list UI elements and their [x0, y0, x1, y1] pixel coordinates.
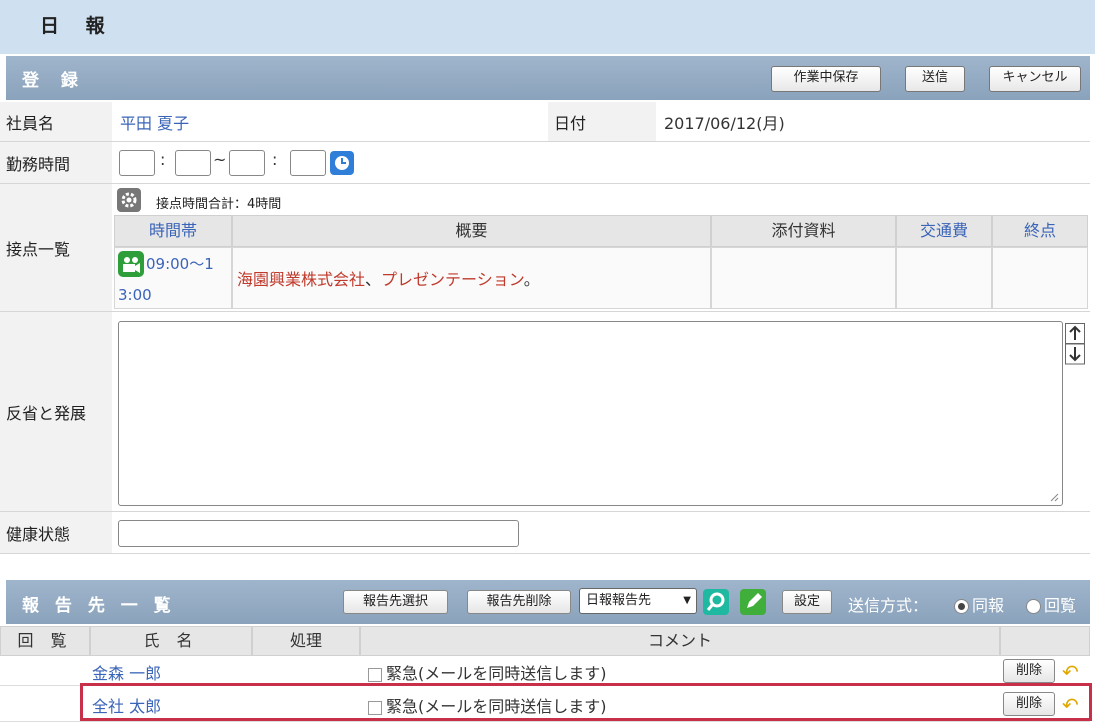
actions-column-header [1000, 626, 1090, 656]
contact-time-end[interactable]: 3:00 [118, 286, 152, 304]
delete-recipient-button[interactable]: 報告先削除 [467, 590, 571, 614]
select-recipient-button[interactable]: 報告先選択 [343, 590, 448, 614]
send-method-label: 送信方式： [848, 596, 929, 615]
video-camera-icon [118, 251, 144, 277]
edit-icon[interactable] [740, 589, 766, 615]
recipient-dropdown[interactable]: 日報報告先 ▼ [579, 588, 697, 614]
radio-same-option[interactable]: 同報 [954, 592, 1004, 616]
resize-handle-icon[interactable] [1049, 492, 1059, 502]
urgent-checkbox[interactable] [368, 700, 382, 715]
date-label: 日付 [548, 102, 656, 142]
start-hour-input[interactable] [119, 150, 155, 176]
health-input[interactable] [118, 520, 519, 547]
employee-name[interactable]: 平田 夏子 [112, 102, 548, 142]
comment-column-header: コメント [360, 626, 1000, 656]
end-hour-input[interactable] [229, 150, 265, 176]
urgent-checkbox[interactable] [368, 667, 382, 682]
gear-icon[interactable] [117, 188, 141, 212]
time-colon: : [272, 150, 278, 169]
attachment-column-header: 添付資料 [711, 215, 896, 247]
delete-row-button[interactable]: 削除 [1003, 692, 1055, 716]
reflection-label: 反省と発展 [0, 312, 112, 512]
chevron-down-icon: ▼ [683, 595, 691, 606]
date-value: 2017/06/12(月) [656, 102, 1090, 142]
summary-end-mark: 。 [523, 270, 540, 289]
undo-icon[interactable]: ↶ [1062, 660, 1079, 684]
delete-row-button[interactable]: 削除 [1003, 659, 1055, 683]
health-label: 健康状態 [0, 512, 112, 554]
range-tilde: ~ [213, 150, 227, 169]
settings-button[interactable]: 設定 [782, 590, 832, 614]
end-cell [992, 247, 1088, 309]
urgent-option[interactable]: 緊急(メールを同時送信します) [368, 693, 607, 717]
transport-column-header[interactable]: 交通費 [896, 215, 992, 247]
radio-circulate-option[interactable]: 回覧 [1026, 592, 1076, 616]
register-section-title: 登 録 [22, 71, 86, 91]
attachment-cell [711, 247, 896, 309]
send-button[interactable]: 送信 [905, 66, 965, 92]
summary-separator: 、 [365, 270, 382, 289]
transport-cell [896, 247, 992, 309]
employee-label: 社員名 [0, 102, 112, 142]
contacts-label: 接点一覧 [0, 184, 112, 312]
time-colon: : [160, 150, 166, 169]
clock-icon[interactable] [330, 151, 354, 175]
contact-time-start[interactable]: 09:00〜1 [146, 253, 214, 274]
page-header [0, 0, 1095, 54]
work-time-label: 勤務時間 [0, 142, 112, 184]
report-section-title: 報 告 先 一 覧 [22, 596, 176, 616]
time-column-header[interactable]: 時間帯 [114, 215, 232, 247]
recipient-name[interactable]: 全社 太郎 [92, 693, 161, 717]
reflection-textarea[interactable] [118, 321, 1063, 506]
contact-time-total: 接点時間合計：4時間 [156, 197, 282, 212]
page-title: 日 報 [40, 15, 115, 37]
expand-arrows-icon[interactable] [1065, 323, 1085, 365]
name-column-header: 氏 名 [90, 626, 252, 656]
end-column-header[interactable]: 終点 [992, 215, 1088, 247]
circulate-column-header: 回 覧 [0, 626, 90, 656]
cancel-button[interactable]: キャンセル [989, 66, 1081, 92]
undo-icon[interactable]: ↶ [1062, 693, 1079, 717]
radio-circulate[interactable] [1026, 599, 1041, 614]
save-progress-button[interactable]: 作業中保存 [771, 66, 881, 92]
recipient-name[interactable]: 金森 一郎 [92, 660, 161, 684]
process-column-header: 処理 [252, 626, 360, 656]
contact-activity[interactable]: プレゼンテーション [381, 270, 524, 289]
radio-same[interactable] [954, 599, 969, 614]
urgent-option[interactable]: 緊急(メールを同時送信します) [368, 660, 607, 684]
summary-column-header: 概要 [232, 215, 711, 247]
search-icon[interactable] [703, 589, 729, 615]
contact-company[interactable]: 海園興業株式会社 [237, 270, 365, 289]
contact-summary[interactable]: 海園興業株式会社、プレゼンテーション。 [237, 266, 540, 290]
end-minute-input[interactable] [290, 150, 326, 176]
start-minute-input[interactable] [175, 150, 211, 176]
